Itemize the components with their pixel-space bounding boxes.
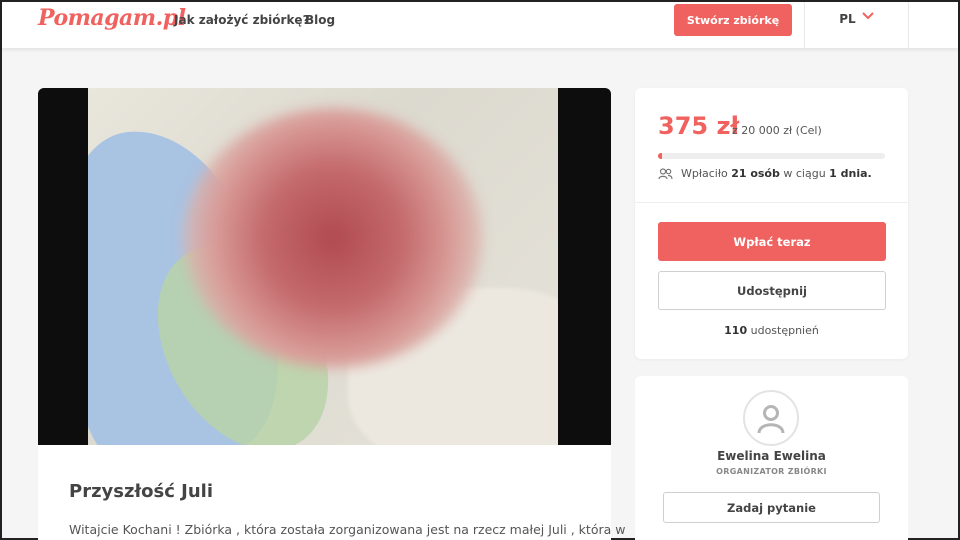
donation-card: 375 zł z 20 000 zł (Cel) Wpłaciło 21 osó…: [635, 88, 908, 359]
progress-bar: [658, 153, 885, 159]
avatar: [743, 390, 799, 446]
shares-number: 110: [724, 324, 748, 337]
top-header: Pomagam.pl Jak założyć zbiórkę? Blog Stw…: [2, 2, 958, 48]
language-selector[interactable]: PL: [804, 2, 909, 48]
donors-prefix: Wpłaciło: [681, 167, 728, 180]
people-icon: [658, 167, 673, 179]
chevron-down-icon: [862, 10, 874, 24]
user-icon: [757, 405, 785, 434]
campaign-photo: [38, 88, 611, 445]
share-button[interactable]: Udostępnij: [658, 271, 886, 310]
progress-bar-fill: [658, 153, 663, 159]
campaign-description-card: Przyszłość Juli Witajcie Kochani ! Zbiór…: [38, 445, 626, 540]
donors-period: 1 dnia.: [829, 167, 872, 180]
raised-amount: 375 zł: [658, 112, 740, 140]
goal-amount: z 20 000 zł (Cel): [732, 124, 822, 137]
organizer-name[interactable]: Ewelina Ewelina: [635, 449, 908, 463]
language-label: PL: [839, 12, 856, 26]
donors-count: 21 osób: [731, 167, 780, 180]
divider: [635, 202, 908, 203]
campaign-title: Przyszłość Juli: [69, 481, 214, 502]
campaign-intro-text: Witajcie Kochani ! Zbiórka , która zosta…: [69, 522, 626, 537]
baby-photo-blurred: [88, 88, 558, 445]
nav-how-to-start[interactable]: Jak założyć zbiórkę?: [174, 13, 310, 27]
create-fundraiser-button[interactable]: Stwórz zbiórkę: [674, 4, 792, 36]
nav-blog[interactable]: Blog: [305, 13, 335, 27]
organizer-role: ORGANIZATOR ZBIÓRKI: [716, 467, 827, 476]
shares-count: 110 udostępnień: [635, 324, 908, 337]
donors-summary: Wpłaciło 21 osób w ciągu 1 dnia.: [658, 167, 872, 180]
pomagam-logo[interactable]: Pomagam.pl: [38, 5, 186, 31]
organizer-card: Ewelina Ewelina ORGANIZATOR ZBIÓRKI Zada…: [635, 376, 908, 540]
donors-middle: w ciągu: [783, 167, 826, 180]
donate-now-button[interactable]: Wpłać teraz: [658, 222, 886, 261]
ask-question-button[interactable]: Zadaj pytanie: [663, 492, 880, 523]
shares-label: udostępnień: [750, 324, 819, 337]
